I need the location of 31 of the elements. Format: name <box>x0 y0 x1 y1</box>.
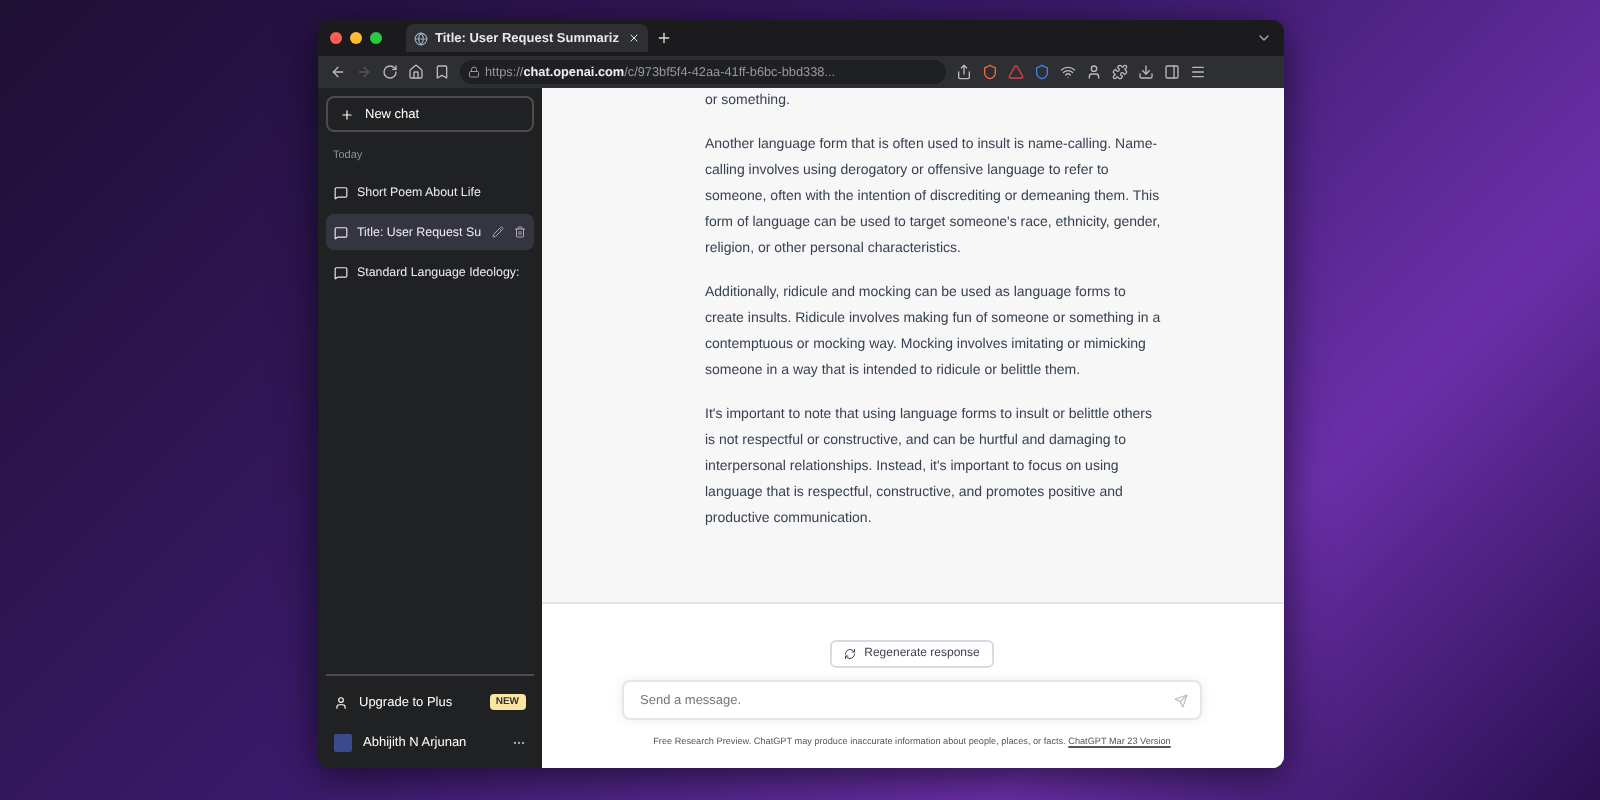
shield-icon[interactable] <box>981 64 997 80</box>
shield-icon[interactable] <box>1033 64 1049 80</box>
chevron-down-icon[interactable] <box>1255 30 1271 46</box>
menu-icon[interactable] <box>1189 64 1205 80</box>
new-tab-icon[interactable] <box>655 30 671 46</box>
maximize-window-button[interactable] <box>369 32 381 44</box>
lock-icon <box>467 66 479 78</box>
close-window-button[interactable] <box>329 32 341 44</box>
home-icon[interactable] <box>407 64 423 80</box>
wifi-icon[interactable] <box>1059 64 1075 80</box>
extensions-icon[interactable] <box>1111 64 1127 80</box>
user-icon <box>333 695 347 709</box>
delete-icon[interactable] <box>513 226 526 238</box>
download-icon[interactable] <box>1137 64 1153 80</box>
refresh-icon <box>844 648 857 660</box>
avatar <box>333 733 351 751</box>
plus-icon <box>339 107 353 121</box>
chat-icon <box>333 265 347 279</box>
chat-icon <box>333 225 347 239</box>
sidebar-icon[interactable] <box>1163 64 1179 80</box>
bookmark-icon[interactable] <box>433 64 449 80</box>
share-icon[interactable] <box>955 64 971 80</box>
profile-icon[interactable] <box>1085 64 1101 80</box>
back-icon[interactable] <box>329 64 345 80</box>
triangle-icon[interactable] <box>1007 64 1023 80</box>
close-tab-icon[interactable] <box>627 32 639 44</box>
reload-icon[interactable] <box>381 64 397 80</box>
edit-icon[interactable] <box>491 226 504 238</box>
site-icon <box>413 31 427 45</box>
minimize-window-button[interactable] <box>349 32 361 44</box>
chat-icon <box>333 185 347 199</box>
